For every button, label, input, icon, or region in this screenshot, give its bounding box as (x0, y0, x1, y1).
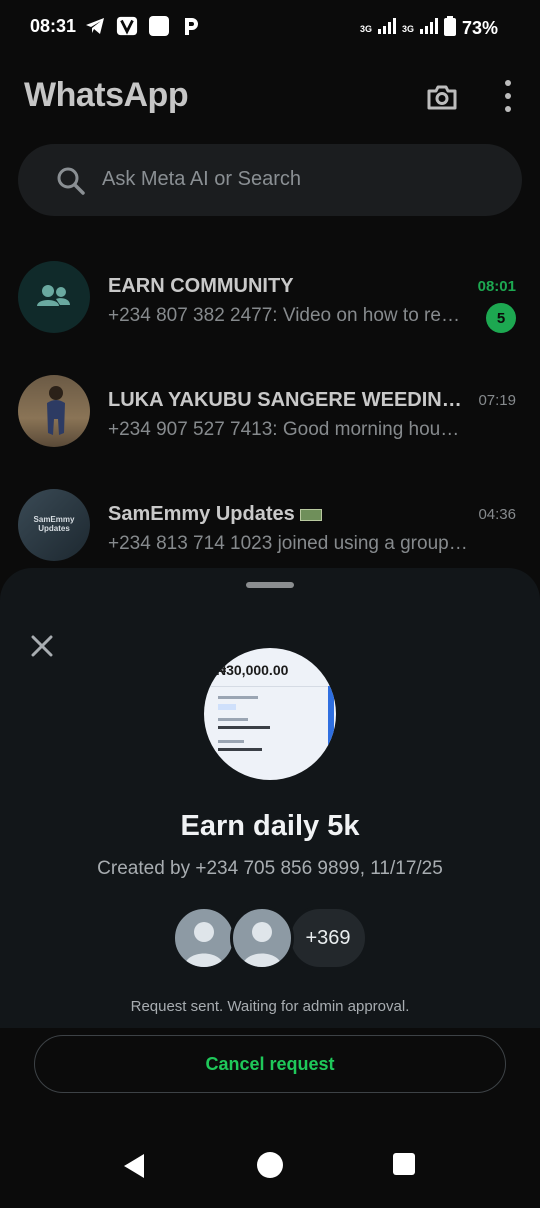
sheet-footer: Cancel request (0, 1028, 540, 1208)
search-icon (56, 166, 86, 196)
more-members-count: +369 (288, 906, 368, 970)
chat-last-message: +234 907 527 7413: Good morning house al… (108, 419, 468, 440)
request-status-text: Request sent. Waiting for admin approval… (130, 998, 410, 1015)
signal-icon-2 (419, 18, 438, 39)
app-header: WhatsApp (24, 76, 520, 120)
more-options-icon[interactable] (502, 80, 514, 112)
network-type-1: 3G (359, 23, 372, 34)
status-time: 08:31 (30, 16, 77, 36)
channel-avatar-text: SamEmmy Updates (33, 515, 75, 533)
close-icon[interactable] (28, 632, 56, 660)
telegram-icon (84, 15, 106, 37)
chat-name: LUKA YAKUBU SANGERE WEEDING G… (108, 389, 468, 411)
battery-percent: 73% (461, 18, 498, 38)
signal-icon (377, 18, 396, 39)
channel-avatar: SamEmmy Updates (18, 489, 90, 561)
chat-time: 08:01 (477, 278, 516, 295)
cancel-request-button[interactable]: Cancel request (34, 1035, 506, 1093)
chat-name: SamEmmy Updates (108, 503, 323, 526)
member-avatars: +369 (172, 906, 368, 970)
drag-handle[interactable] (246, 582, 294, 588)
group-created-info: Created by +234 705 856 9899, 11/17/25 (97, 858, 443, 879)
chat-time: 07:19 (478, 392, 516, 409)
money-emoji-icon (300, 508, 323, 521)
group-name: Earn daily 5k (180, 810, 360, 842)
recents-icon[interactable] (393, 1153, 415, 1175)
group-photo: ₦30,000.00 (204, 648, 336, 780)
camera-icon[interactable] (426, 81, 458, 113)
notification-square-icon (148, 15, 170, 37)
unread-badge: 5 (486, 303, 516, 333)
status-bar: 08:31 3G 3G 73% (0, 0, 540, 56)
member-avatar (172, 906, 236, 970)
battery-icon (443, 16, 456, 41)
contact-photo-avatar (18, 375, 90, 447)
chat-last-message: +234 807 382 2477: Video on how to re… (108, 305, 460, 326)
network-type-2: 3G (401, 23, 414, 34)
community-avatar (18, 261, 90, 333)
p-app-icon (180, 15, 202, 37)
chat-time: 04:36 (478, 506, 516, 523)
system-nav-bar (0, 1132, 540, 1208)
search-bar[interactable]: Ask Meta AI or Search (18, 144, 522, 216)
chat-last-message: +234 813 714 1023 joined using a group l… (108, 533, 468, 554)
search-placeholder: Ask Meta AI or Search (102, 168, 301, 190)
group-photo-amount: ₦30,000.00 (216, 662, 289, 678)
chat-name: EARN COMMUNITY (108, 275, 294, 297)
back-icon[interactable] (120, 1152, 148, 1180)
member-avatar (230, 906, 294, 970)
group-invite-sheet: ₦30,000.00 Earn daily 5k Created by +234… (0, 568, 540, 1028)
chat-row[interactable]: LUKA YAKUBU SANGERE WEEDING G… +234 907 … (0, 375, 540, 475)
home-icon[interactable] (257, 1152, 283, 1178)
vpn-v-icon (116, 15, 138, 37)
chat-row[interactable]: EARN COMMUNITY +234 807 382 2477: Video … (0, 261, 540, 361)
